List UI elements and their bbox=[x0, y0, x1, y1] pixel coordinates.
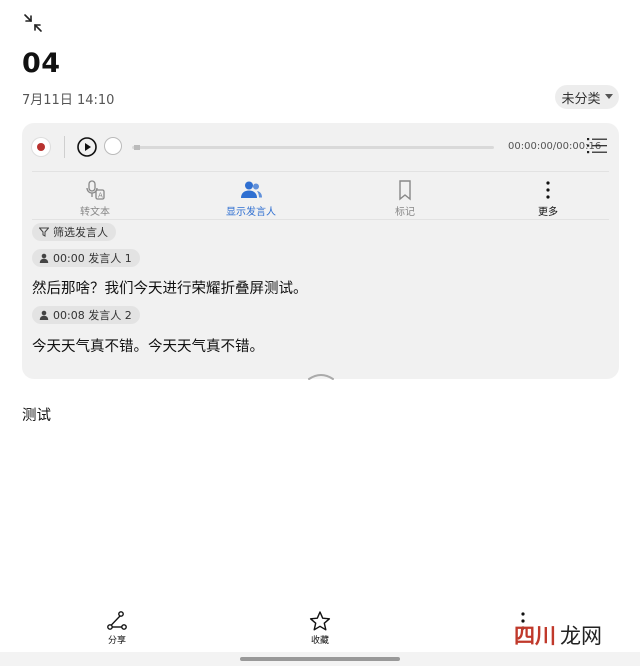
divider bbox=[64, 136, 65, 158]
play-icon bbox=[77, 137, 97, 157]
speaker-label: 00:00 发言人 1 bbox=[53, 252, 132, 265]
transcribe-button[interactable]: A 转文本 bbox=[55, 179, 135, 218]
person-icon bbox=[39, 253, 49, 263]
svg-text:龙网: 龙网 bbox=[560, 624, 602, 648]
home-indicator[interactable] bbox=[240, 657, 400, 661]
transcript-line: 然后那啥？我们今天进行荣耀折叠屏测试。 bbox=[32, 281, 308, 297]
filter-speaker-button[interactable]: 筛选发言人 bbox=[32, 223, 116, 241]
progress-track[interactable] bbox=[132, 146, 494, 149]
more-label: 更多 bbox=[538, 207, 558, 218]
filter-icon bbox=[39, 227, 49, 237]
mark-label: 标记 bbox=[395, 207, 415, 218]
share-icon bbox=[107, 611, 127, 630]
expand-handle-icon[interactable] bbox=[306, 366, 336, 380]
progress-fill bbox=[134, 145, 140, 150]
category-dropdown[interactable]: 未分类 bbox=[555, 85, 619, 109]
microphone-text-icon: A bbox=[86, 180, 105, 200]
more-vertical-icon bbox=[546, 181, 550, 199]
favorite-button[interactable]: 收藏 bbox=[295, 610, 345, 646]
bookmark-icon bbox=[399, 180, 411, 201]
speaker-label: 00:08 发言人 2 bbox=[53, 309, 132, 322]
record-dot-icon bbox=[37, 143, 45, 151]
note-title: 04 bbox=[22, 48, 61, 79]
share-label: 分享 bbox=[107, 636, 126, 646]
play-button[interactable] bbox=[77, 137, 97, 157]
mark-button[interactable]: 标记 bbox=[365, 179, 445, 218]
note-body[interactable]: 测试 bbox=[22, 404, 51, 425]
star-icon bbox=[309, 611, 331, 631]
recording-card: 00:00:00/00:00:16 A 转文本 显示发言人 标记 更多 筛选发言… bbox=[22, 123, 619, 380]
caret-down-icon bbox=[604, 94, 613, 99]
more-button[interactable]: 更多 bbox=[508, 179, 588, 218]
speaker-chip[interactable]: 00:08 发言人 2 bbox=[32, 306, 140, 324]
svg-text:A: A bbox=[98, 192, 103, 200]
person-icon bbox=[39, 310, 49, 320]
list-icon[interactable] bbox=[587, 136, 607, 156]
player-row: 00:00:00/00:00:16 bbox=[22, 123, 619, 171]
show-speaker-label: 显示发言人 bbox=[226, 207, 276, 218]
filter-speaker-label: 筛选发言人 bbox=[53, 226, 108, 239]
favorite-label: 收藏 bbox=[310, 636, 329, 646]
transcribe-label: 转文本 bbox=[80, 207, 110, 218]
show-speaker-button[interactable]: 显示发言人 bbox=[211, 179, 291, 218]
record-button[interactable] bbox=[32, 138, 50, 156]
speaker-chip[interactable]: 00:00 发言人 1 bbox=[32, 249, 140, 267]
transcript-line: 今天天气真不错。今天天气真不错。 bbox=[32, 339, 264, 355]
svg-text:四川: 四川 bbox=[514, 624, 556, 648]
people-icon bbox=[241, 181, 262, 198]
divider bbox=[32, 171, 609, 172]
note-date: 7月11日 14:10 bbox=[22, 93, 115, 108]
divider bbox=[32, 219, 609, 220]
category-label: 未分类 bbox=[561, 91, 601, 107]
share-button[interactable]: 分享 bbox=[92, 610, 142, 646]
progress-knob[interactable] bbox=[104, 137, 122, 155]
watermark-logo: 四川 龙网 bbox=[514, 622, 614, 648]
collapse-icon[interactable] bbox=[22, 12, 44, 34]
